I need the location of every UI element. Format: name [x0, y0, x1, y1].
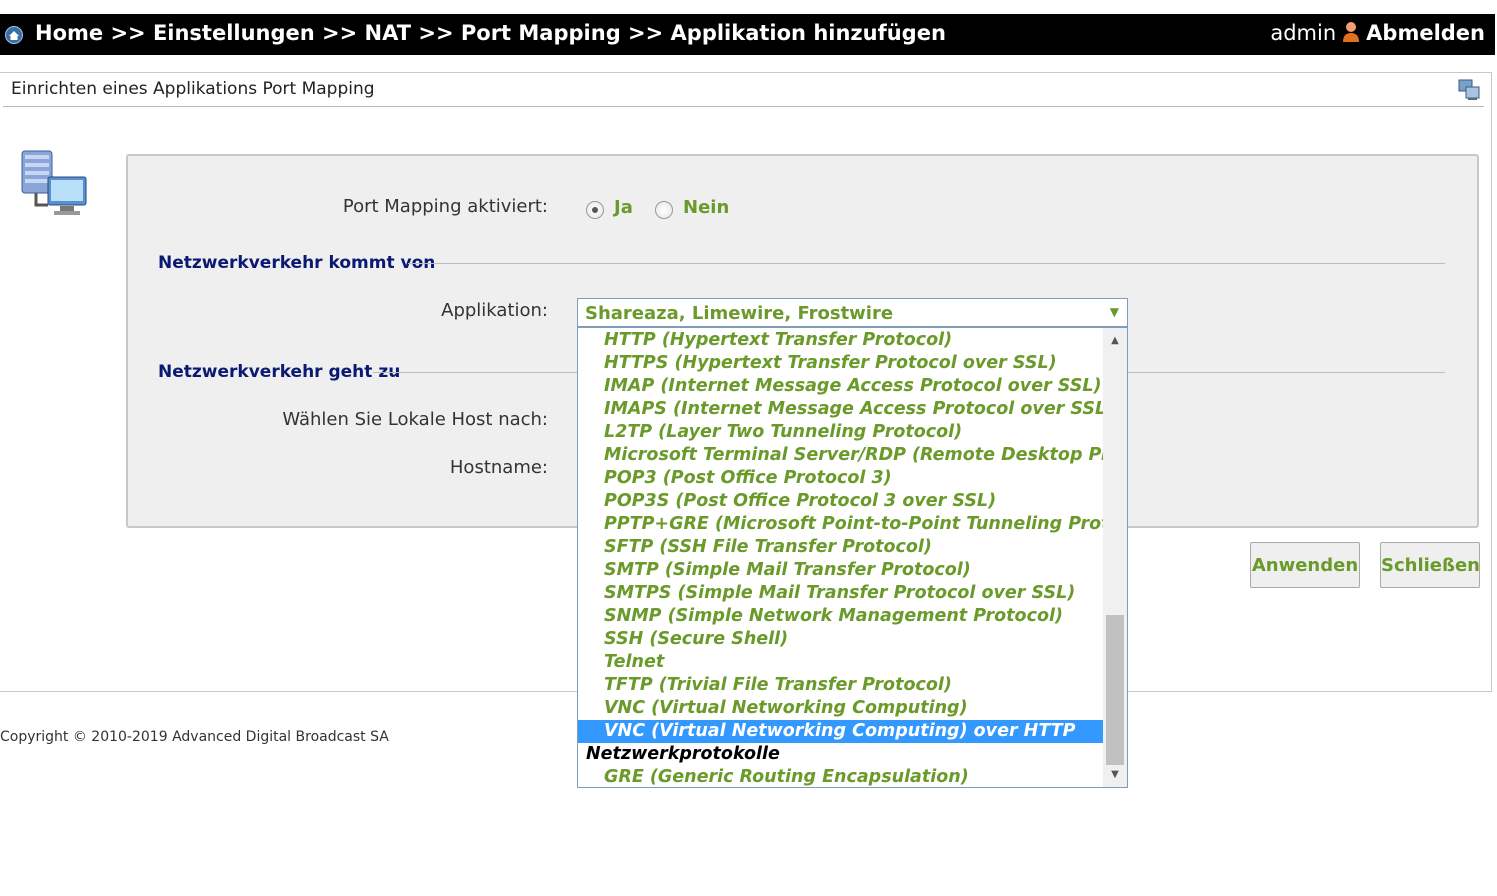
application-label: Applikation: [441, 300, 548, 321]
user-area: admin Abmelden [1270, 21, 1485, 45]
dropdown-option[interactable]: VNC (Virtual Networking Computing) over … [578, 720, 1103, 743]
section-from-divider [408, 263, 1445, 264]
person-icon [1343, 22, 1360, 42]
application-dropdown-list[interactable]: HTTP (Hypertext Transfer Protocol) HTTPS … [577, 327, 1128, 788]
dropdown-option[interactable]: VNC (Virtual Networking Computing) [578, 697, 1103, 720]
page-title: Einrichten eines Applikations Port Mappi… [11, 79, 375, 99]
dropdown-option[interactable]: IMAPS (Internet Message Access Protocol … [578, 398, 1114, 421]
breadcrumb[interactable]: Home >> Einstellungen >> NAT >> Port Map… [35, 21, 946, 45]
dropdown-option[interactable]: Telnet [578, 651, 1103, 674]
dropdown-option[interactable]: SSH (Secure Shell) [578, 628, 1103, 651]
scroll-down-arrow-icon[interactable]: ▼ [1103, 766, 1127, 783]
title-divider [3, 106, 1484, 107]
scrollbar-thumb[interactable] [1106, 615, 1124, 765]
application-select-value: Shareaza, Limewire, Frostwire [585, 303, 894, 324]
section-to-heading: Netzwerkverkehr geht zu [158, 362, 401, 382]
help-icon[interactable] [1457, 78, 1481, 102]
dropdown-option[interactable]: IMAP (Internet Message Access Protocol o… [578, 375, 1103, 398]
application-select[interactable]: Shareaza, Limewire, Frostwire ▼ [577, 298, 1128, 327]
dropdown-option[interactable]: HTTPS (Hypertext Transfer Protocol over … [578, 352, 1103, 375]
dropdown-optgroup-label: Netzwerkprotokolle [586, 744, 780, 764]
apply-button[interactable]: Anwenden [1250, 542, 1360, 588]
hostname-label: Hostname: [449, 457, 548, 478]
logout-link[interactable]: Abmelden [1366, 21, 1485, 45]
dropdown-option[interactable]: SFTP (SSH File Transfer Protocol) [578, 536, 1103, 559]
network-computer-icon [21, 150, 87, 215]
scroll-up-arrow-icon[interactable]: ▲ [1103, 332, 1127, 349]
dropdown-option[interactable]: SMTP (Simple Mail Transfer Protocol) [578, 559, 1103, 582]
dropdown-option[interactable]: Microsoft Terminal Server/RDP (Remote De… [578, 444, 1127, 467]
dropdown-option[interactable]: PPTP+GRE (Microsoft Point-to-Point Tunne… [578, 513, 1127, 536]
dropdown-option[interactable]: HTTP (Hypertext Transfer Protocol) [578, 329, 1103, 352]
dropdown-option[interactable]: GRE (Generic Routing Encapsulation) [578, 766, 1103, 787]
section-from-heading: Netzwerkverkehr kommt von [158, 253, 436, 273]
dropdown-scrollbar[interactable]: ▲ ▼ [1103, 328, 1127, 787]
copyright-footer: Copyright © 2010-2019 Advanced Digital B… [0, 729, 389, 745]
radio-no-label[interactable]: Nein [683, 197, 729, 218]
dropdown-option[interactable]: POP3 (Post Office Protocol 3) [578, 467, 1103, 490]
dropdown-option[interactable]: SNMP (Simple Network Management Protocol… [578, 605, 1103, 628]
username: admin [1270, 21, 1337, 45]
local-host-label: Wählen Sie Lokale Host nach: [282, 409, 548, 430]
dropdown-option[interactable]: TFTP (Trivial File Transfer Protocol) [578, 674, 1103, 697]
close-button[interactable]: Schließen [1380, 542, 1480, 588]
radio-no[interactable] [655, 201, 673, 219]
dropdown-option[interactable]: POP3S (Post Office Protocol 3 over SSL) [578, 490, 1103, 513]
chevron-down-icon[interactable]: ▼ [1110, 305, 1119, 319]
dropdown-option[interactable]: L2TP (Layer Two Tunneling Protocol) [578, 421, 1103, 444]
radio-yes-label[interactable]: Ja [614, 197, 633, 218]
home-icon[interactable] [5, 26, 23, 44]
dropdown-option[interactable]: SMTPS (Simple Mail Transfer Protocol ove… [578, 582, 1103, 605]
radio-yes[interactable] [586, 201, 604, 219]
port-mapping-label: Port Mapping aktiviert: [342, 196, 548, 217]
top-bar: Home >> Einstellungen >> NAT >> Port Map… [0, 14, 1495, 55]
